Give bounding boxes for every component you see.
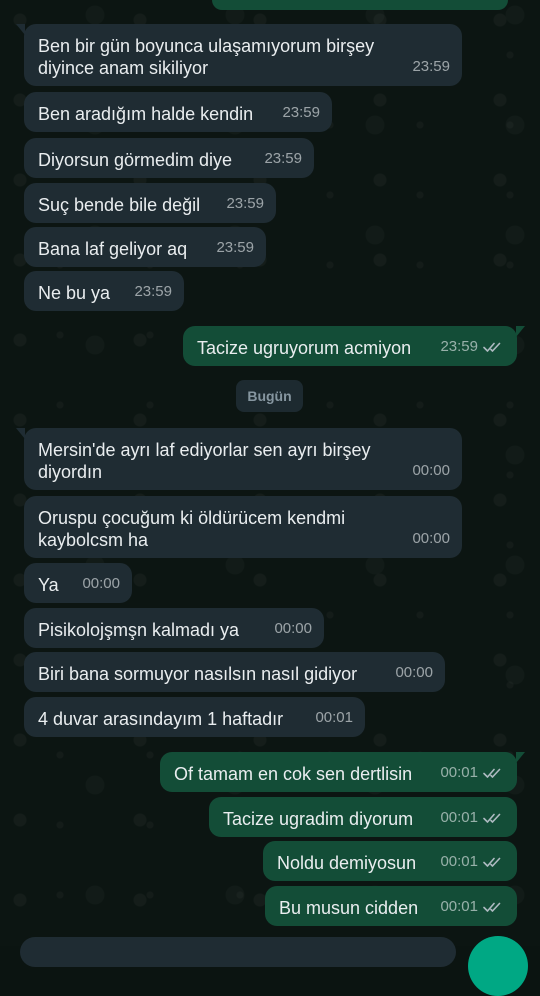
message-time: 00:00	[274, 620, 312, 637]
message-bubble-incoming[interactable]: Bana laf geliyor aq 23:59	[24, 227, 266, 267]
message-text: Ben aradığım halde kendin	[38, 104, 254, 124]
message-meta: 00:01	[315, 707, 353, 729]
message-bubble-incoming[interactable]: 4 duvar arasındayım 1 haftadır 00:01	[24, 697, 365, 737]
message-text: Mersin'de ayrı laf ediyorlar sen ayrı bi…	[38, 440, 371, 482]
message-bubble-incoming[interactable]: Ben bir gün boyunca ulaşamıyorum birşey …	[16, 24, 462, 86]
double-check-icon	[483, 902, 501, 912]
message-time: 00:01	[440, 809, 478, 826]
message-text: Pisikolojşmşn kalmadı ya	[38, 620, 240, 640]
message-time: 23:59	[282, 104, 320, 121]
message-time: 23:59	[134, 283, 172, 300]
double-check-icon	[483, 813, 501, 823]
message-time: 00:01	[315, 709, 353, 726]
message-text: Tacize ugradim diyorum	[223, 809, 414, 829]
message-text: Bana laf geliyor aq	[38, 239, 188, 259]
message-bubble-outgoing[interactable]: Noldu demiyosun 00:01	[263, 841, 517, 881]
message-meta: 23:59	[412, 56, 450, 78]
message-text: Biri bana sormuyor nasılsın nasıl gidiyo…	[38, 664, 358, 684]
message-bubble-incoming[interactable]: Mersin'de ayrı laf ediyorlar sen ayrı bi…	[16, 428, 462, 490]
message-meta: 23:59	[282, 102, 320, 124]
message-bubble-outgoing[interactable]: Of tamam en cok sen dertlisin 00:01	[160, 752, 525, 792]
message-meta: 00:00	[274, 618, 312, 640]
message-text: Oruspu çocuğum ki öldürücem kendmi kaybo…	[38, 508, 346, 550]
message-bubble-incoming[interactable]: Diyorsun görmedim diye 23:59	[24, 138, 314, 178]
message-text: Noldu demiyosun	[277, 853, 417, 873]
message-meta: 00:00	[412, 528, 450, 550]
message-time: 23:59	[216, 239, 254, 256]
message-meta: 00:00	[395, 662, 433, 684]
message-text: Ben bir gün boyunca ulaşamıyorum birşey …	[38, 36, 375, 78]
message-time: 00:01	[440, 898, 478, 915]
message-time: 00:00	[395, 664, 433, 681]
message-text: Tacize ugruyorum acmiyon	[197, 338, 412, 358]
message-time: 23:59	[226, 195, 264, 212]
message-bubble-incoming[interactable]: Biri bana sormuyor nasılsın nasıl gidiyo…	[24, 652, 445, 692]
message-meta: 00:01	[440, 851, 505, 873]
message-time: 00:01	[440, 764, 478, 781]
message-bubble-incoming[interactable]: Ben aradığım halde kendin 23:59	[24, 92, 332, 132]
message-meta: 00:01	[440, 896, 505, 918]
bubble-tail	[516, 326, 525, 337]
message-time: 23:59	[412, 58, 450, 75]
message-bubble-incoming[interactable]: Pisikolojşmşn kalmadı ya 00:00	[24, 608, 324, 648]
bubble-tail	[516, 752, 525, 763]
chat-area[interactable]: Ben bir gün boyunca ulaşamıyorum birşey …	[0, 0, 540, 946]
message-meta: 23:59	[216, 237, 254, 259]
message-bubble-outgoing[interactable]: Tacize ugruyorum acmiyon 23:59	[183, 326, 525, 366]
bubble-tail	[16, 24, 25, 35]
message-time: 00:00	[412, 462, 450, 479]
message-bubble-incoming[interactable]: Ya 00:00	[24, 563, 132, 603]
message-meta: 00:00	[412, 460, 450, 482]
message-meta: 00:01	[440, 807, 505, 829]
double-check-icon	[483, 342, 501, 352]
message-input-bar[interactable]	[20, 937, 456, 967]
message-text: Ne bu ya	[38, 283, 111, 303]
message-text: Diyorsun görmedim diye	[38, 150, 233, 170]
message-meta: 00:00	[82, 573, 120, 595]
message-time: 00:00	[412, 530, 450, 547]
message-meta: 23:59	[226, 193, 264, 215]
message-text: Bu musun cidden	[279, 898, 419, 918]
message-time: 23:59	[440, 338, 478, 355]
message-text: Suç bende bile değil	[38, 195, 201, 215]
date-separator: Bugün	[236, 380, 303, 412]
message-bubble-outgoing[interactable]: Bu musun cidden 00:01	[265, 886, 517, 926]
message-time: 23:59	[264, 150, 302, 167]
message-bubble-outgoing[interactable]: Tacize ugradim diyorum 00:01	[209, 797, 517, 837]
message-meta: 23:59	[440, 336, 505, 358]
message-bubble-incoming[interactable]: Suç bende bile değil 23:59	[24, 183, 276, 223]
message-meta: 23:59	[134, 281, 172, 303]
message-bubble-incoming[interactable]: Oruspu çocuğum ki öldürücem kendmi kaybo…	[24, 496, 462, 558]
message-text: Of tamam en cok sen dertlisin	[174, 764, 413, 784]
previous-message-edge	[212, 0, 508, 10]
message-text: 4 duvar arasındayım 1 haftadır	[38, 709, 284, 729]
message-meta: 00:01	[440, 762, 505, 784]
message-text: Ya	[38, 575, 59, 595]
message-time: 00:01	[440, 853, 478, 870]
message-time: 00:00	[82, 575, 120, 592]
double-check-icon	[483, 857, 501, 867]
message-bubble-incoming[interactable]: Ne bu ya 23:59	[24, 271, 184, 311]
double-check-icon	[483, 768, 501, 778]
message-meta: 23:59	[264, 148, 302, 170]
bubble-tail	[16, 428, 25, 439]
mic-icon[interactable]	[468, 936, 528, 996]
